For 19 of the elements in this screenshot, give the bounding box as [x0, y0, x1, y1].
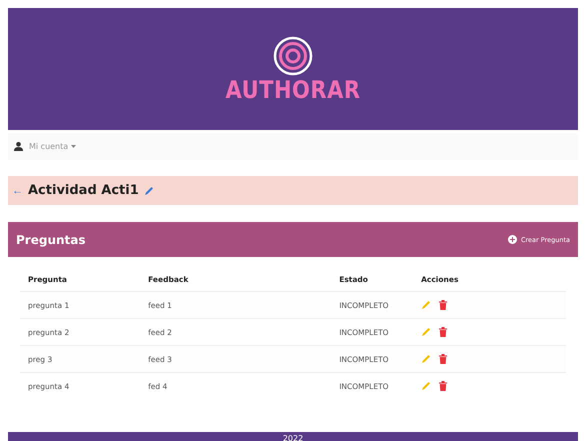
edit-icon[interactable] — [421, 354, 432, 364]
edit-icon[interactable] — [421, 381, 432, 391]
trash-icon[interactable] — [439, 300, 448, 310]
back-link[interactable]: ← — [12, 184, 23, 196]
trash-icon[interactable] — [439, 381, 448, 391]
account-menu[interactable]: Mi cuenta — [29, 142, 76, 151]
caret-icon — [71, 145, 76, 148]
trash-icon[interactable] — [439, 327, 448, 337]
footer-text: 2022 — [282, 434, 304, 441]
page-title: Actividad Acti1 — [28, 183, 139, 198]
edit-icon[interactable] — [421, 300, 432, 310]
edit-icon[interactable] — [421, 327, 432, 337]
logo-text: AUTHORAR — [225, 76, 360, 104]
target-logo-icon — [273, 36, 313, 76]
trash-icon[interactable] — [439, 354, 448, 364]
card-title: Preguntas — [16, 232, 86, 246]
plus-circle-icon — [508, 235, 517, 244]
user-icon — [14, 142, 23, 151]
edit-icon[interactable] — [144, 186, 154, 196]
